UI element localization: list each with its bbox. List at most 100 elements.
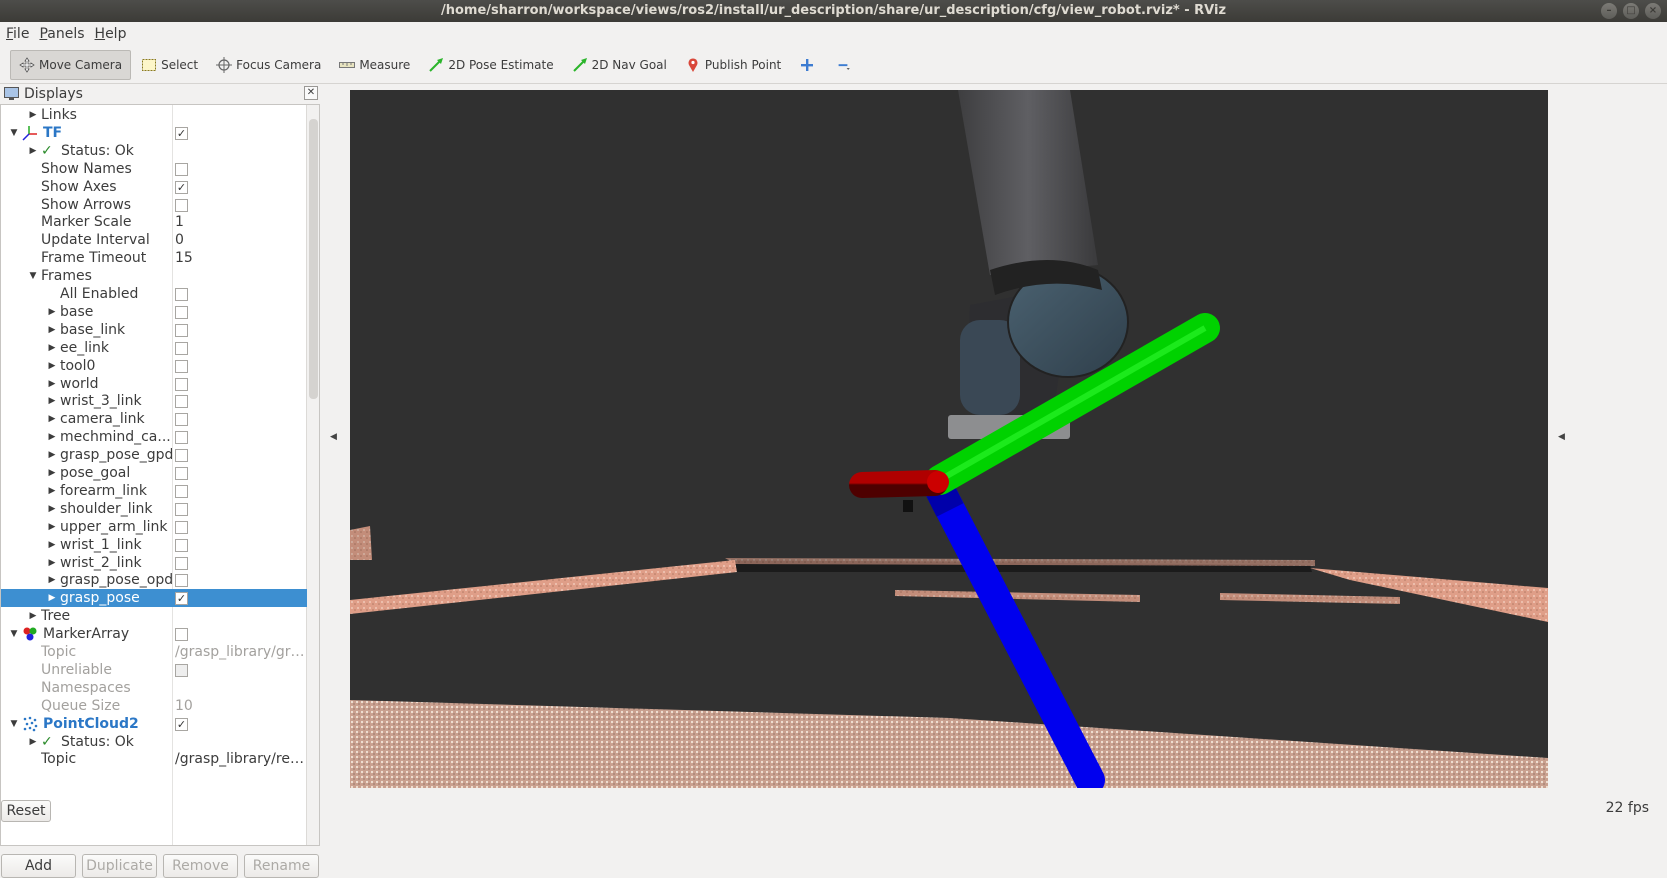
tree-row-grasp-pose-opd[interactable]: ▶ grasp_pose_opd (1, 571, 307, 589)
expand-right-icon[interactable]: ▶ (47, 303, 57, 321)
tree-row-shoulder-link[interactable]: ▶ shoulder_link (1, 500, 307, 518)
tree-row-value[interactable]: 1 (175, 213, 307, 231)
measure-button[interactable]: Measure (331, 50, 418, 80)
tree-row-base-link[interactable]: ▶ base_link (1, 321, 307, 339)
enabled-checkbox[interactable] (175, 413, 188, 427)
enabled-checkbox[interactable]: ✓ (175, 180, 188, 194)
pose-estimate-button[interactable]: 2D Pose Estimate (420, 50, 561, 80)
expand-right-icon[interactable]: ▶ (47, 482, 57, 500)
expand-down-icon[interactable]: ▼ (9, 625, 19, 643)
add-button[interactable]: Add (1, 854, 76, 878)
expand-right-icon[interactable]: ▶ (47, 410, 57, 428)
tree-row-mechmind-ca[interactable]: ▶ mechmind_ca... (1, 428, 307, 446)
tree-row-marker-scale[interactable]: Marker Scale 1 (1, 213, 307, 231)
enabled-checkbox[interactable]: ✓ (175, 717, 188, 731)
tree-row-value[interactable]: 10 (175, 697, 307, 715)
tree-row-unreliable[interactable]: Unreliable (1, 661, 307, 679)
expand-right-icon[interactable]: ▶ (47, 428, 57, 446)
expand-right-icon[interactable]: ▶ (47, 589, 57, 607)
duplicate-button[interactable]: Duplicate (82, 854, 157, 878)
tree-row-update-interval[interactable]: Update Interval 0 (1, 231, 307, 249)
tree-row-queue-size[interactable]: Queue Size 10 (1, 697, 307, 715)
nav-goal-button[interactable]: 2D Nav Goal (564, 50, 675, 80)
remove-button[interactable]: Remove (163, 854, 238, 878)
enabled-checkbox[interactable] (175, 305, 188, 319)
expand-right-icon[interactable]: ▶ (47, 446, 57, 464)
focus-camera-button[interactable]: Focus Camera (208, 50, 329, 80)
enabled-checkbox[interactable] (175, 341, 188, 355)
scroll-thumb[interactable] (309, 119, 318, 399)
enabled-checkbox[interactable] (175, 484, 188, 498)
tree-row-grasp-pose[interactable]: ▶ grasp_pose ✓ (1, 589, 307, 608)
expand-right-icon[interactable]: ▶ (47, 357, 57, 375)
expand-right-icon[interactable]: ▶ (47, 464, 57, 482)
tree-scrollbar[interactable] (306, 105, 319, 845)
tree-row-base[interactable]: ▶ base (1, 303, 307, 321)
enabled-checkbox[interactable]: ✓ (175, 126, 188, 140)
expand-right-icon[interactable]: ▶ (47, 321, 57, 339)
tree-row-show-axes[interactable]: Show Axes ✓ (1, 178, 307, 196)
rename-button[interactable]: Rename (244, 854, 319, 878)
enabled-checkbox[interactable] (175, 449, 188, 463)
tree-row-tool0[interactable]: ▶ tool0 (1, 357, 307, 375)
tree-row-all-enabled[interactable]: All Enabled (1, 285, 307, 303)
move-camera-button[interactable]: Move Camera (10, 49, 132, 80)
tree-row-status-ok[interactable]: ▶ ✓ Status: Ok (1, 142, 307, 160)
reset-button[interactable]: Reset (1, 800, 51, 822)
expand-right-icon[interactable]: ▶ (47, 500, 57, 518)
expand-right-icon[interactable]: ▶ (47, 571, 57, 589)
tree-row-wrist-2-link[interactable]: ▶ wrist_2_link (1, 554, 307, 572)
enabled-checkbox[interactable]: ✓ (175, 592, 188, 606)
tree-row-value[interactable]: /grasp_library/reg... (175, 750, 307, 768)
tree-row-ee-link[interactable]: ▶ ee_link (1, 339, 307, 357)
enabled-checkbox[interactable] (175, 288, 188, 301)
enabled-checkbox[interactable] (175, 395, 188, 409)
tree-row-topic[interactable]: Topic/grasp_library/gras... (1, 643, 307, 661)
tree-row-wrist-1-link[interactable]: ▶ wrist_1_link (1, 536, 307, 554)
tree-row-pointcloud2[interactable]: ▼ PointCloud2 ✓ (1, 715, 307, 733)
expand-right-icon[interactable]: ▶ (28, 106, 38, 124)
tree-row-pose-goal[interactable]: ▶ pose_goal (1, 464, 307, 482)
remove-tool-button[interactable] (829, 50, 865, 80)
maximize-icon[interactable]: □ (1623, 3, 1639, 19)
expand-right-icon[interactable]: ▶ (47, 375, 57, 393)
tree-row-upper-arm-link[interactable]: ▶ upper_arm_link (1, 518, 307, 536)
enabled-checkbox[interactable] (175, 538, 188, 552)
close-panel-icon[interactable]: ✕ (304, 86, 318, 100)
expand-down-icon[interactable]: ▼ (28, 267, 38, 285)
expand-right-icon[interactable]: ▶ (28, 733, 38, 751)
tree-row-show-arrows[interactable]: Show Arrows (1, 196, 307, 214)
add-tool-button[interactable] (791, 50, 827, 80)
tree-row-namespaces[interactable]: Namespaces (1, 679, 307, 697)
menu-panels[interactable]: Panels (39, 26, 84, 42)
expand-right-icon[interactable]: ▶ (28, 142, 38, 160)
displays-tree[interactable]: ▶ Links ▼ TF ✓ ▶ ✓ Status: Ok Show Names Show Axe… (0, 104, 320, 846)
expand-right-icon[interactable]: ▶ (47, 392, 57, 410)
enabled-checkbox[interactable] (175, 162, 188, 176)
expand-right-icon[interactable]: ▶ (47, 518, 57, 536)
expand-right-icon[interactable]: ▶ (28, 607, 38, 625)
tree-row-topic[interactable]: Topic/grasp_library/reg... (1, 750, 307, 768)
tree-row-value[interactable]: /grasp_library/gras... (175, 643, 307, 661)
tree-row-forearm-link[interactable]: ▶ forearm_link (1, 482, 307, 500)
enabled-checkbox[interactable] (175, 377, 188, 391)
render-viewport[interactable] (350, 90, 1548, 788)
collapse-right-icon[interactable]: ◀ (1558, 432, 1565, 442)
menu-help[interactable]: Help (95, 26, 127, 42)
tree-row-tf[interactable]: ▼ TF ✓ (1, 124, 307, 142)
enabled-checkbox[interactable] (175, 198, 188, 212)
select-button[interactable]: Select (133, 50, 206, 80)
enabled-checkbox[interactable] (175, 359, 188, 373)
enabled-checkbox[interactable] (175, 574, 188, 588)
tree-row-grasp-pose-gpd[interactable]: ▶ grasp_pose_gpd (1, 446, 307, 464)
minimize-icon[interactable]: – (1601, 3, 1617, 19)
enabled-checkbox[interactable] (175, 663, 188, 677)
enabled-checkbox[interactable] (175, 467, 188, 480)
tree-row-markerarray[interactable]: ▼ MarkerArray (1, 625, 307, 643)
enabled-checkbox[interactable] (175, 520, 188, 534)
tree-row-value[interactable]: 15 (175, 249, 307, 267)
expand-down-icon[interactable]: ▼ (9, 715, 19, 733)
enabled-checkbox[interactable] (175, 502, 188, 516)
close-icon[interactable]: × (1645, 3, 1661, 19)
tree-row-world[interactable]: ▶ world (1, 375, 307, 393)
